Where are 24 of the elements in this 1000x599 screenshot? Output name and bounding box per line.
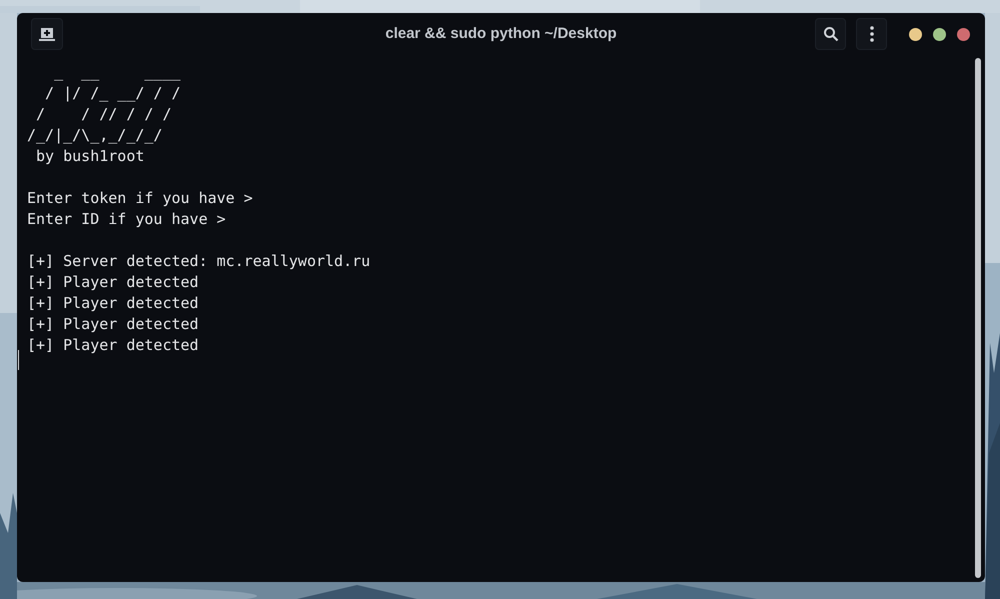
text-cursor: [18, 350, 19, 370]
minimize-button[interactable]: [909, 28, 922, 40]
terminal-line: _ __ ____: [53, 62, 181, 83]
terminal-line: [+] Player detected: [27, 335, 199, 356]
maximize-button[interactable]: [933, 28, 946, 40]
new-tab-icon: [39, 27, 55, 41]
terminal-line: Enter token if you have >: [27, 188, 253, 209]
menu-icon: [870, 26, 874, 42]
terminal-line: [+] Server detected: mc.reallyworld.ru: [27, 251, 370, 272]
search-button[interactable]: [815, 18, 846, 50]
terminal-line: / / // / / /: [35, 104, 172, 125]
menu-button[interactable]: [856, 18, 887, 50]
terminal-line: / |/ /_ __/ / /: [44, 83, 181, 104]
terminal-line: [+] Player detected: [27, 272, 199, 293]
terminal-line: [+] Player detected: [27, 293, 199, 314]
new-tab-button[interactable]: [31, 18, 63, 50]
terminal-line: Enter ID if you have >: [27, 209, 226, 230]
scrollbar[interactable]: [975, 58, 981, 578]
terminal-line: by bush1root: [35, 146, 144, 167]
window-title: clear && sudo python ~/Desktop: [385, 24, 617, 44]
close-button[interactable]: [957, 28, 970, 40]
search-icon: [822, 26, 838, 42]
terminal-line: /_/|_/\_,_/_/_/: [27, 125, 162, 146]
terminal-line: [+] Player detected: [27, 314, 199, 335]
